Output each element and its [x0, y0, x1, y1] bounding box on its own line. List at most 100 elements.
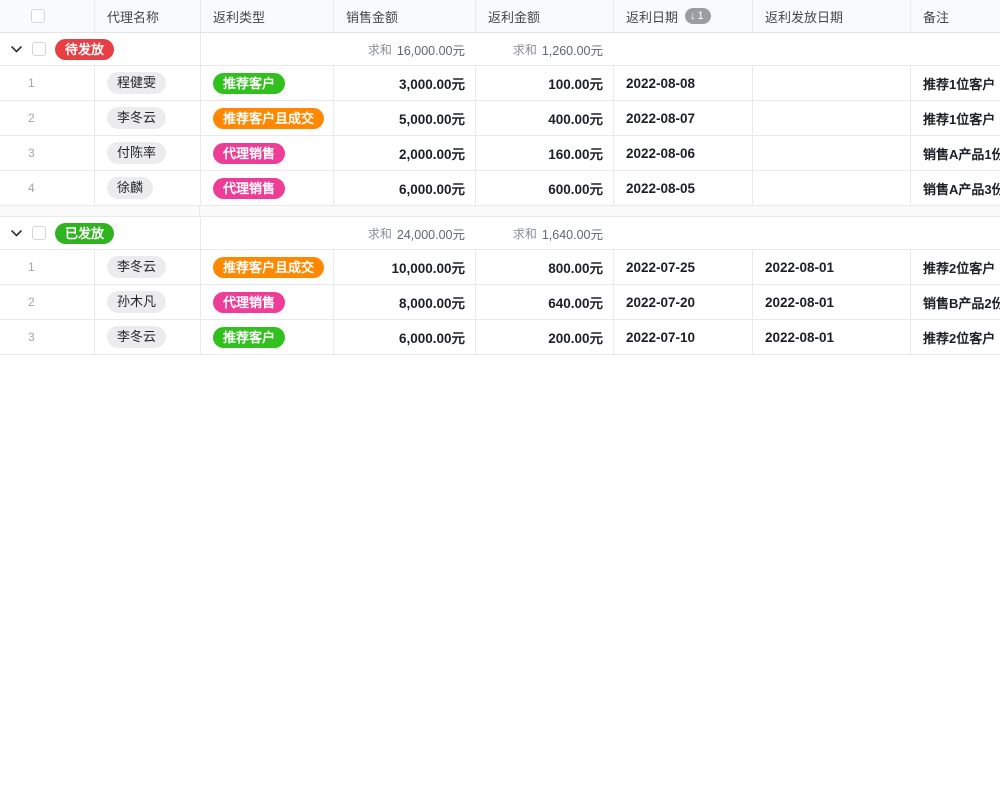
group-header-row-pending[interactable]: 待发放 求和 16,000.00元 求和 1,260.00元 — [0, 33, 1000, 66]
column-header-agent-name[interactable]: 代理名称 — [94, 0, 200, 32]
rebate-type-cell[interactable]: 代理销售 — [200, 285, 333, 319]
rebate-issue-date-cell[interactable]: 2022-08-01 — [752, 250, 910, 284]
column-label: 返利类型 — [213, 7, 265, 26]
column-header-rebate-amount[interactable]: 返利金额 — [475, 0, 613, 32]
table-row[interactable]: 1 程健雯 推荐客户 3,000.00元 100.00元 2022-08-08 … — [0, 66, 1000, 101]
row-number: 3 — [0, 320, 94, 354]
rebate-sum-cell[interactable]: 求和 1,260.00元 — [475, 33, 613, 65]
row-number: 4 — [0, 171, 94, 205]
group-header-left: 待发放 — [0, 33, 200, 65]
sales-amount-cell[interactable]: 8,000.00元 — [333, 285, 475, 319]
sales-amount-cell[interactable]: 6,000.00元 — [333, 320, 475, 354]
select-all-checkbox[interactable] — [31, 9, 45, 23]
sum-value: 1,260.00元 — [542, 40, 603, 59]
row-number: 3 — [0, 136, 94, 170]
table-header-row: 代理名称 返利类型 销售金额 返利金额 返利日期 ↓ 1 返利发放日期 备注 — [0, 0, 1000, 33]
sum-value: 24,000.00元 — [397, 224, 465, 243]
sales-sum-cell[interactable]: 求和 24,000.00元 — [333, 217, 475, 249]
agent-name-tag: 孙木凡 — [107, 291, 166, 313]
rebate-amount-cell[interactable]: 600.00元 — [475, 171, 613, 205]
group-header-left: 已发放 — [0, 217, 200, 249]
rebate-amount-cell[interactable]: 800.00元 — [475, 250, 613, 284]
rebate-type-cell[interactable]: 推荐客户且成交 — [200, 101, 333, 135]
chevron-down-icon[interactable] — [9, 226, 23, 240]
rebate-type-cell[interactable]: 代理销售 — [200, 171, 333, 205]
sales-amount-cell[interactable]: 10,000.00元 — [333, 250, 475, 284]
sum-label: 求和 — [513, 41, 537, 58]
agent-name-tag: 程健雯 — [107, 72, 166, 94]
rebate-amount-cell[interactable]: 400.00元 — [475, 101, 613, 135]
agent-name-cell[interactable]: 李冬云 — [94, 320, 200, 354]
sum-label: 求和 — [368, 225, 392, 242]
rebate-amount-cell[interactable]: 200.00元 — [475, 320, 613, 354]
rebate-date-cell[interactable]: 2022-08-06 — [613, 136, 752, 170]
table-row[interactable]: 4 徐麟 代理销售 6,000.00元 600.00元 2022-08-05 销… — [0, 171, 1000, 206]
agent-name-cell[interactable]: 李冬云 — [94, 101, 200, 135]
sum-label: 求和 — [368, 41, 392, 58]
rebate-sum-cell[interactable]: 求和 1,640.00元 — [475, 217, 613, 249]
rebate-type-cell[interactable]: 代理销售 — [200, 136, 333, 170]
rebate-date-cell[interactable]: 2022-08-07 — [613, 101, 752, 135]
column-label: 返利金额 — [488, 7, 540, 26]
rebate-type-cell[interactable]: 推荐客户 — [200, 320, 333, 354]
agent-name-tag: 徐麟 — [107, 177, 153, 199]
table-row[interactable]: 2 李冬云 推荐客户且成交 5,000.00元 400.00元 2022-08-… — [0, 101, 1000, 136]
rebate-type-tag: 代理销售 — [213, 292, 285, 313]
column-header-rebate-type[interactable]: 返利类型 — [200, 0, 333, 32]
column-header-sales-amount[interactable]: 销售金额 — [333, 0, 475, 32]
column-header-rebate-issue-date[interactable]: 返利发放日期 — [752, 0, 910, 32]
table-row[interactable]: 1 李冬云 推荐客户且成交 10,000.00元 800.00元 2022-07… — [0, 250, 1000, 285]
column-header-remark[interactable]: 备注 — [910, 0, 1000, 32]
agent-name-cell[interactable]: 付陈率 — [94, 136, 200, 170]
remark-cell[interactable]: 推荐2位客户 — [910, 250, 1000, 284]
rebate-issue-date-cell[interactable] — [752, 171, 910, 205]
agent-name-cell[interactable]: 程健雯 — [94, 66, 200, 100]
row-number: 1 — [0, 250, 94, 284]
rebate-amount-cell[interactable]: 640.00元 — [475, 285, 613, 319]
table-row[interactable]: 3 李冬云 推荐客户 6,000.00元 200.00元 2022-07-10 … — [0, 320, 1000, 355]
rebate-issue-date-cell[interactable] — [752, 66, 910, 100]
group-header-row-issued[interactable]: 已发放 求和 24,000.00元 求和 1,640.00元 — [0, 217, 1000, 250]
agent-name-tag: 付陈率 — [107, 142, 166, 164]
remark-cell[interactable]: 推荐1位客户 — [910, 101, 1000, 135]
sales-amount-cell[interactable]: 6,000.00元 — [333, 171, 475, 205]
rebate-amount-cell[interactable]: 160.00元 — [475, 136, 613, 170]
rebate-type-cell[interactable]: 推荐客户 — [200, 66, 333, 100]
group-summary-spacer — [200, 33, 333, 65]
rebate-type-tag: 推荐客户且成交 — [213, 108, 324, 129]
remark-cell[interactable]: 销售A产品1份 — [910, 136, 1000, 170]
column-header-rebate-date[interactable]: 返利日期 ↓ 1 — [613, 0, 752, 32]
column-label: 返利发放日期 — [765, 7, 843, 26]
rebate-date-cell[interactable]: 2022-08-08 — [613, 66, 752, 100]
agent-name-cell[interactable]: 孙木凡 — [94, 285, 200, 319]
rebate-amount-cell[interactable]: 100.00元 — [475, 66, 613, 100]
rebate-issue-date-cell[interactable] — [752, 101, 910, 135]
rebate-type-tag: 推荐客户 — [213, 73, 285, 94]
grouped-table: 代理名称 返利类型 销售金额 返利金额 返利日期 ↓ 1 返利发放日期 备注 待… — [0, 0, 1000, 800]
rebate-issue-date-cell[interactable]: 2022-08-01 — [752, 285, 910, 319]
rebate-date-cell[interactable]: 2022-07-25 — [613, 250, 752, 284]
chevron-down-icon[interactable] — [9, 42, 23, 56]
sales-sum-cell[interactable]: 求和 16,000.00元 — [333, 33, 475, 65]
remark-cell[interactable]: 推荐1位客户 — [910, 66, 1000, 100]
sort-indicator-badge[interactable]: ↓ 1 — [685, 8, 711, 24]
sales-amount-cell[interactable]: 3,000.00元 — [333, 66, 475, 100]
group-select-checkbox[interactable] — [32, 42, 46, 56]
remark-cell[interactable]: 推荐2位客户 — [910, 320, 1000, 354]
rebate-date-cell[interactable]: 2022-08-05 — [613, 171, 752, 205]
rebate-type-cell[interactable]: 推荐客户且成交 — [200, 250, 333, 284]
rebate-date-cell[interactable]: 2022-07-20 — [613, 285, 752, 319]
rebate-issue-date-cell[interactable] — [752, 136, 910, 170]
group-select-checkbox[interactable] — [32, 226, 46, 240]
remark-cell[interactable]: 销售A产品3份 — [910, 171, 1000, 205]
remark-cell[interactable]: 销售B产品2份 — [910, 285, 1000, 319]
sales-amount-cell[interactable]: 5,000.00元 — [333, 101, 475, 135]
table-row[interactable]: 3 付陈率 代理销售 2,000.00元 160.00元 2022-08-06 … — [0, 136, 1000, 171]
sales-amount-cell[interactable]: 2,000.00元 — [333, 136, 475, 170]
rebate-date-cell[interactable]: 2022-07-10 — [613, 320, 752, 354]
table-row[interactable]: 2 孙木凡 代理销售 8,000.00元 640.00元 2022-07-20 … — [0, 285, 1000, 320]
agent-name-cell[interactable]: 李冬云 — [94, 250, 200, 284]
column-label: 返利日期 — [626, 7, 678, 26]
rebate-issue-date-cell[interactable]: 2022-08-01 — [752, 320, 910, 354]
agent-name-cell[interactable]: 徐麟 — [94, 171, 200, 205]
